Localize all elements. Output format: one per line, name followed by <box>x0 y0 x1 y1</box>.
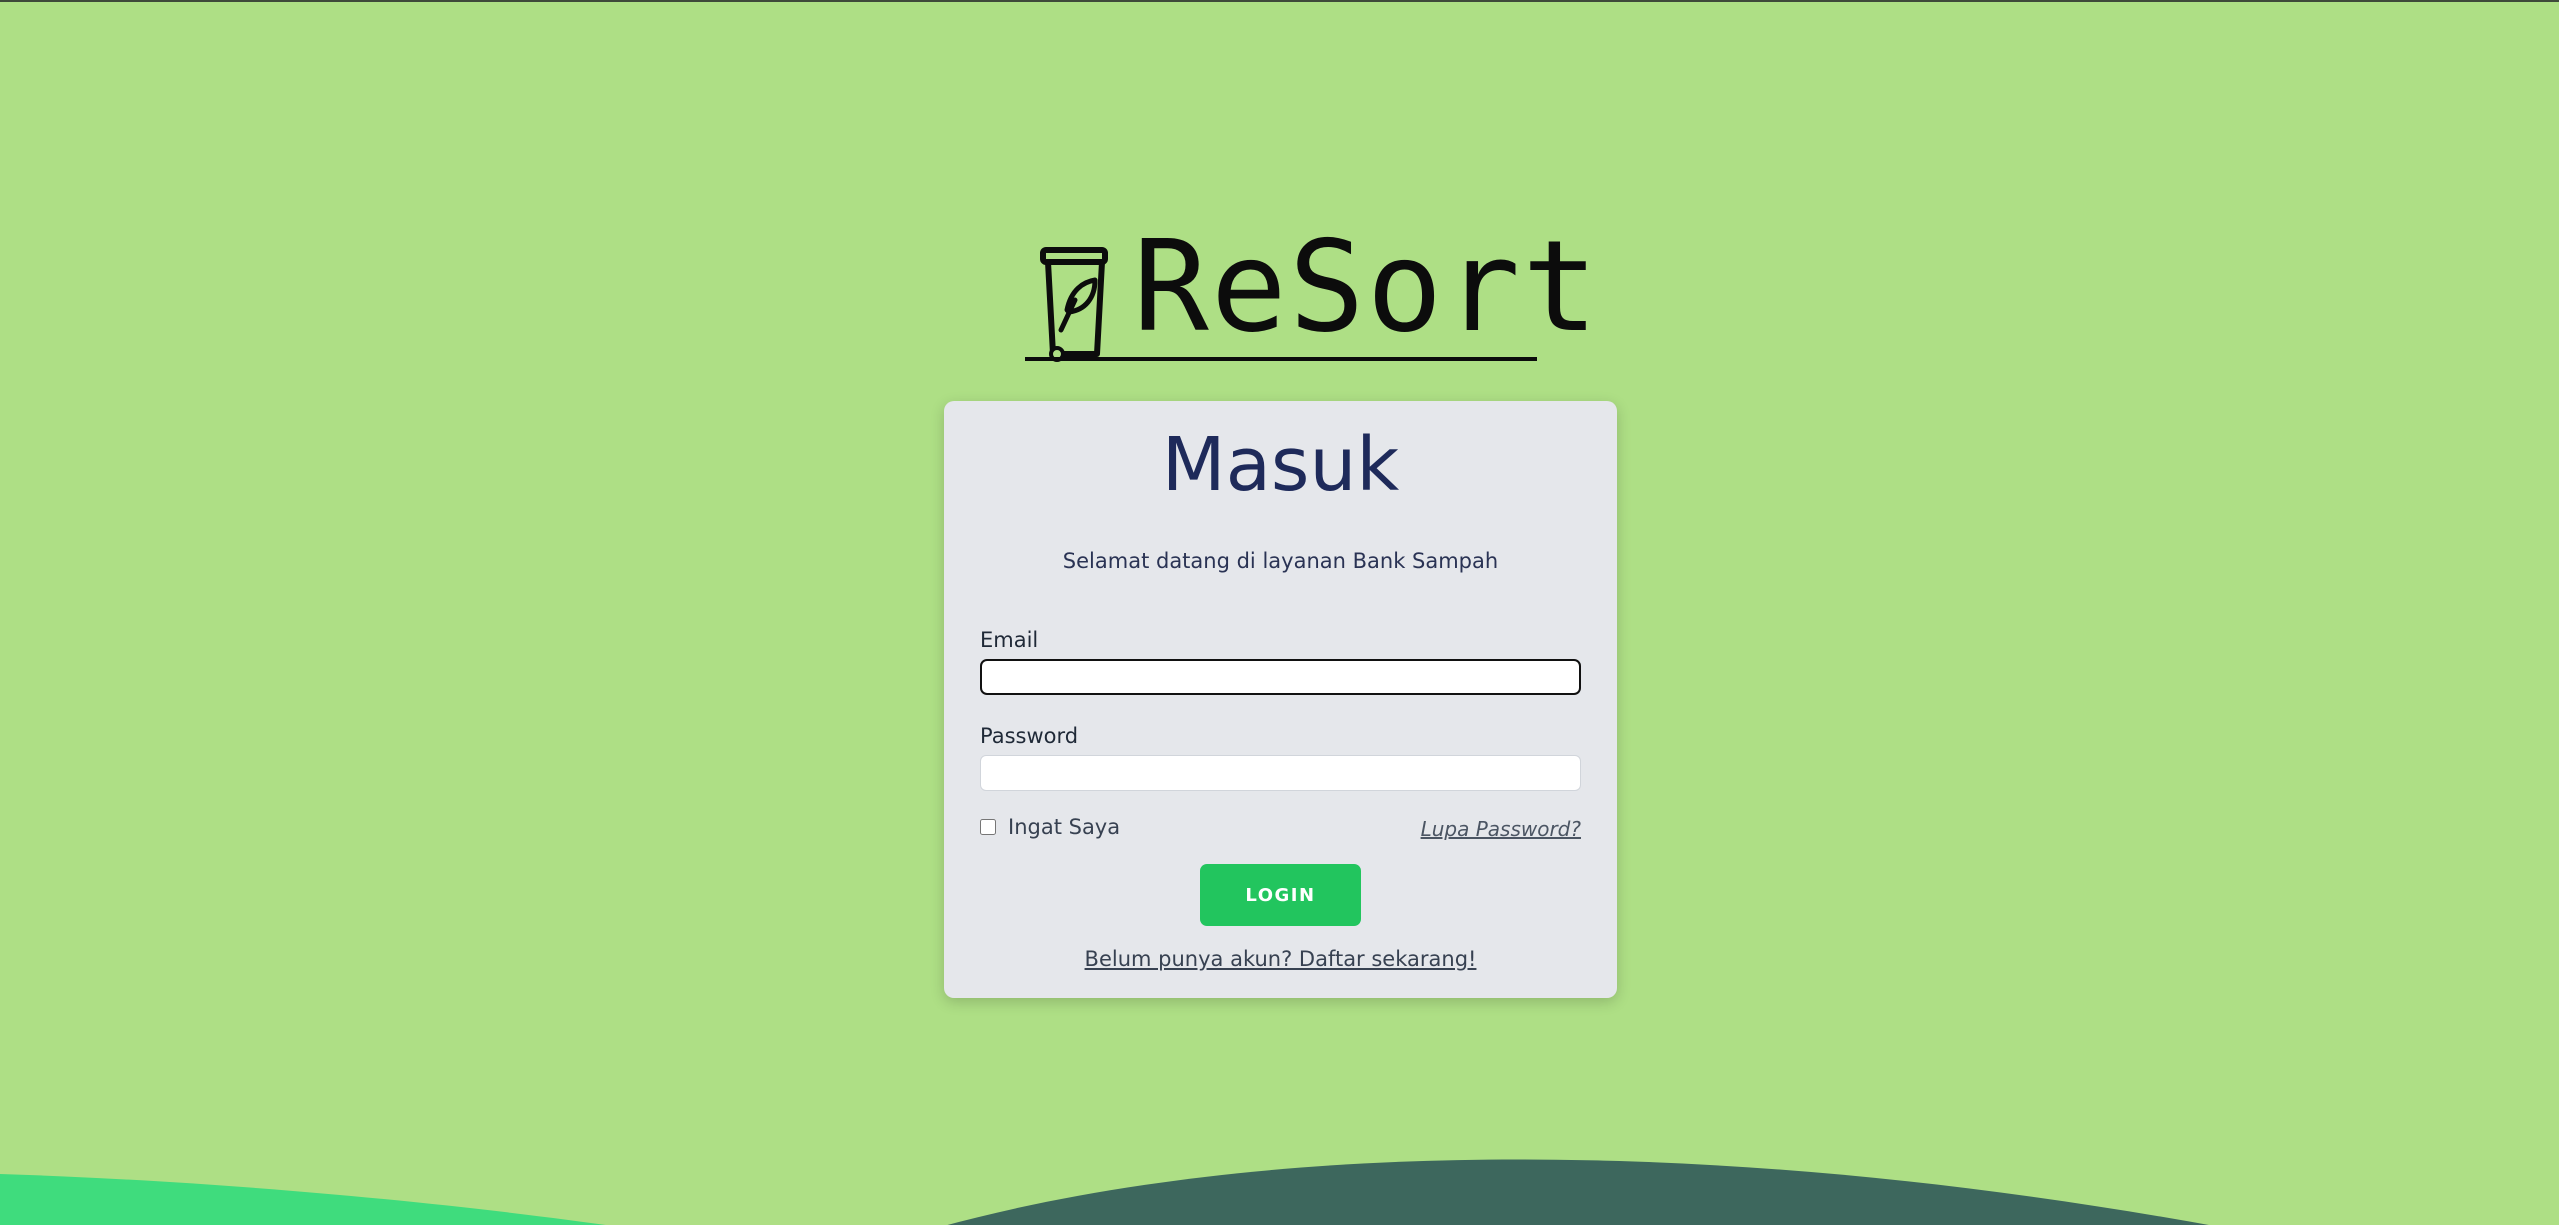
forgot-password-link[interactable]: Lupa Password? <box>1421 817 1581 841</box>
password-label: Password <box>980 724 1079 748</box>
wave-dark <box>947 1159 2209 1225</box>
welcome-subtitle: Selamat datang di layanan Bank Sampah <box>1062 549 1499 573</box>
page-title: Masuk <box>1161 422 1400 508</box>
login-button[interactable]: LOGIN <box>1200 864 1361 926</box>
resort-logo: ReSort <box>1025 224 1598 367</box>
brand-name: ReSort <box>1133 213 1601 360</box>
login-card: Masuk Selamat datang di layanan Bank Sam… <box>944 401 1617 998</box>
register-link[interactable]: Belum punya akun? Daftar sekarang! <box>1085 947 1477 971</box>
password-input[interactable] <box>980 755 1581 791</box>
register-prompt: Belum punya akun? Daftar sekarang! <box>944 947 1617 971</box>
logo-underline <box>1025 357 1537 361</box>
remember-me-checkbox[interactable] <box>980 819 996 835</box>
email-label: Email <box>980 628 1039 652</box>
remember-me[interactable]: Ingat Saya <box>980 815 1120 839</box>
wave-light <box>0 1174 606 1225</box>
email-input[interactable] <box>980 659 1581 695</box>
trash-bin-leaf-icon <box>1040 247 1108 362</box>
remember-me-label: Ingat Saya <box>1008 815 1121 839</box>
